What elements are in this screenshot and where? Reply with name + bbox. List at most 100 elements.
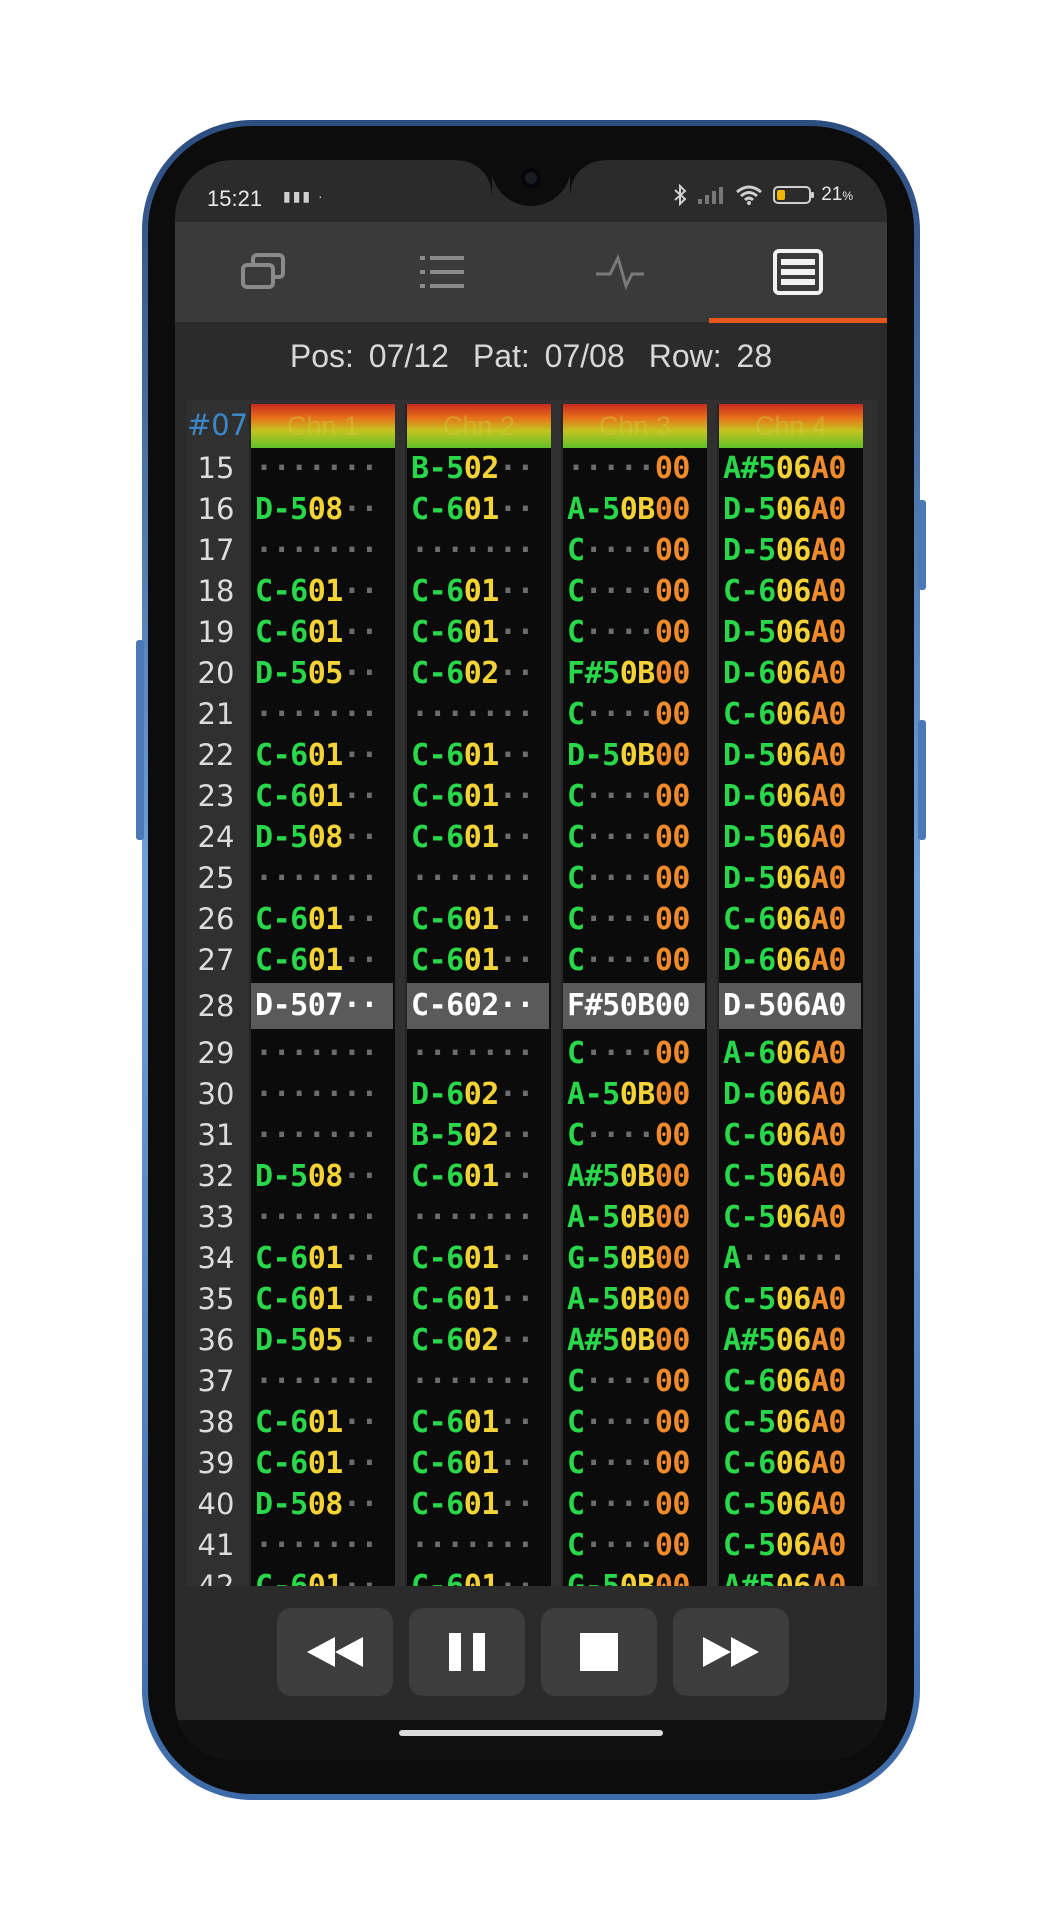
note-cell[interactable]: D-606A0 — [719, 776, 861, 817]
note-cell[interactable]: C····00 — [563, 1115, 705, 1156]
note-cell[interactable]: A-50B00 — [563, 1197, 705, 1238]
note-cell[interactable]: D-507·· — [251, 983, 393, 1029]
note-cell[interactable]: C-601·· — [407, 1484, 549, 1525]
pattern-row[interactable]: 40 D-508·· C-601·· C····00 C-506A0 — [187, 1484, 877, 1525]
note-cell[interactable]: D-508·· — [251, 1156, 393, 1197]
note-cell[interactable]: D-508·· — [251, 817, 393, 858]
note-cell[interactable]: A-50B00 — [563, 1279, 705, 1320]
note-cell[interactable]: C····00 — [563, 817, 705, 858]
note-cell[interactable]: C-606A0 — [719, 899, 861, 940]
note-cell[interactable]: ······· — [251, 448, 393, 489]
note-cell[interactable]: C-606A0 — [719, 1115, 861, 1156]
note-cell[interactable]: C-602·· — [407, 1320, 549, 1361]
pattern-row[interactable]: 18 C-601·· C-601·· C····00 C-606A0 — [187, 571, 877, 612]
channel-header-4[interactable]: Chn 4 — [719, 404, 863, 448]
pattern-row[interactable]: 27 C-601·· C-601·· C····00 D-606A0 — [187, 940, 877, 981]
tab-list[interactable] — [353, 222, 531, 322]
fast-forward-button[interactable] — [673, 1608, 789, 1696]
note-cell[interactable]: D-505·· — [251, 1320, 393, 1361]
note-cell[interactable]: C-601·· — [407, 940, 549, 981]
note-cell[interactable]: C-601·· — [407, 1156, 549, 1197]
note-cell[interactable]: D-506A0 — [719, 489, 861, 530]
note-cell[interactable]: D-508·· — [251, 1484, 393, 1525]
channel-header-1[interactable]: Chn 1 — [251, 404, 395, 448]
note-cell[interactable]: ·····00 — [563, 448, 705, 489]
note-cell[interactable]: A#506A0 — [719, 448, 861, 489]
note-cell[interactable]: C-601·· — [251, 571, 393, 612]
note-cell[interactable]: C-601·· — [251, 899, 393, 940]
note-cell[interactable]: ······· — [407, 1525, 549, 1566]
stop-button[interactable] — [541, 1608, 657, 1696]
pattern-row[interactable]: 39 C-601·· C-601·· C····00 C-606A0 — [187, 1443, 877, 1484]
note-cell[interactable]: C-601·· — [251, 612, 393, 653]
pattern-row[interactable]: 26 C-601·· C-601·· C····00 C-606A0 — [187, 899, 877, 940]
pattern-row[interactable]: 30 ······· D-602·· A-50B00 D-606A0 — [187, 1074, 877, 1115]
note-cell[interactable]: G-50B00 — [563, 1566, 705, 1586]
note-cell[interactable]: C-601·· — [251, 1279, 393, 1320]
note-cell[interactable]: A#50B00 — [563, 1156, 705, 1197]
note-cell[interactable]: D-606A0 — [719, 1074, 861, 1115]
pattern-row[interactable]: 20 D-505·· C-602·· F#50B00 D-606A0 — [187, 653, 877, 694]
note-cell[interactable]: D-506A0 — [719, 858, 861, 899]
note-cell[interactable]: ······· — [251, 694, 393, 735]
note-cell[interactable]: C-506A0 — [719, 1402, 861, 1443]
note-cell[interactable]: C····00 — [563, 1525, 705, 1566]
tab-pattern[interactable] — [709, 222, 887, 322]
note-cell[interactable]: ······· — [251, 1525, 393, 1566]
pattern-row[interactable]: 24 D-508·· C-601·· C····00 D-506A0 — [187, 817, 877, 858]
pattern-row[interactable]: 37 ······· ······· C····00 C-606A0 — [187, 1361, 877, 1402]
note-cell[interactable]: D-506A0 — [719, 817, 861, 858]
note-cell[interactable]: C-601·· — [407, 571, 549, 612]
note-cell[interactable]: C-601·· — [407, 776, 549, 817]
pattern-row[interactable]: 25 ······· ······· C····00 D-506A0 — [187, 858, 877, 899]
note-cell[interactable]: D-506A0 — [719, 612, 861, 653]
note-cell[interactable]: D-505·· — [251, 653, 393, 694]
channel-header-3[interactable]: Chn 3 — [563, 404, 707, 448]
note-cell[interactable]: C-606A0 — [719, 1443, 861, 1484]
note-cell[interactable]: C-601·· — [251, 1443, 393, 1484]
note-cell[interactable]: C····00 — [563, 1033, 705, 1074]
note-cell[interactable]: C····00 — [563, 1361, 705, 1402]
note-cell[interactable]: C-601·· — [407, 899, 549, 940]
home-indicator[interactable] — [399, 1730, 663, 1736]
note-cell[interactable]: C-601·· — [407, 1402, 549, 1443]
note-cell[interactable]: ······· — [251, 530, 393, 571]
channel-header-2[interactable]: Chn 2 — [407, 404, 551, 448]
note-cell[interactable]: A······ — [719, 1238, 861, 1279]
note-cell[interactable]: B-502·· — [407, 448, 549, 489]
note-cell[interactable]: C-602·· — [407, 983, 549, 1029]
note-cell[interactable]: D-602·· — [407, 1074, 549, 1115]
note-cell[interactable]: A#506A0 — [719, 1566, 861, 1586]
pattern-row[interactable]: 42 C-601·· C-601·· G-50B00 A#506A0 — [187, 1566, 877, 1586]
pause-button[interactable] — [409, 1608, 525, 1696]
note-cell[interactable]: C-606A0 — [719, 571, 861, 612]
note-cell[interactable]: F#50B00 — [563, 983, 705, 1029]
note-cell[interactable]: C-601·· — [251, 735, 393, 776]
pattern-row[interactable]: 29 ······· ······· C····00 A-606A0 — [187, 1033, 877, 1074]
note-cell[interactable]: D-606A0 — [719, 653, 861, 694]
note-cell[interactable]: C-601·· — [251, 1238, 393, 1279]
note-cell[interactable]: C-601·· — [407, 1443, 549, 1484]
note-cell[interactable]: A-50B00 — [563, 489, 705, 530]
note-cell[interactable]: A-50B00 — [563, 1074, 705, 1115]
note-cell[interactable]: D-506A0 — [719, 530, 861, 571]
tab-files[interactable] — [175, 222, 353, 322]
note-cell[interactable]: C-601·· — [407, 817, 549, 858]
note-cell[interactable]: ······· — [407, 694, 549, 735]
pattern-row[interactable]: 32 D-508·· C-601·· A#50B00 C-506A0 — [187, 1156, 877, 1197]
note-cell[interactable]: ······· — [251, 1033, 393, 1074]
note-cell[interactable]: ······· — [251, 1074, 393, 1115]
note-cell[interactable]: C····00 — [563, 694, 705, 735]
note-cell[interactable]: ······· — [407, 858, 549, 899]
note-cell[interactable]: C-601·· — [251, 1566, 393, 1586]
note-cell[interactable]: C-601·· — [407, 1238, 549, 1279]
note-cell[interactable]: C-506A0 — [719, 1525, 861, 1566]
note-cell[interactable]: C-601·· — [251, 940, 393, 981]
note-cell[interactable]: D-606A0 — [719, 940, 861, 981]
note-cell[interactable]: A#506A0 — [719, 1320, 861, 1361]
note-cell[interactable]: C····00 — [563, 1443, 705, 1484]
note-cell[interactable]: C····00 — [563, 571, 705, 612]
note-cell[interactable]: ······· — [251, 1115, 393, 1156]
note-cell[interactable]: C-506A0 — [719, 1279, 861, 1320]
pattern-row[interactable]: 35 C-601·· C-601·· A-50B00 C-506A0 — [187, 1279, 877, 1320]
